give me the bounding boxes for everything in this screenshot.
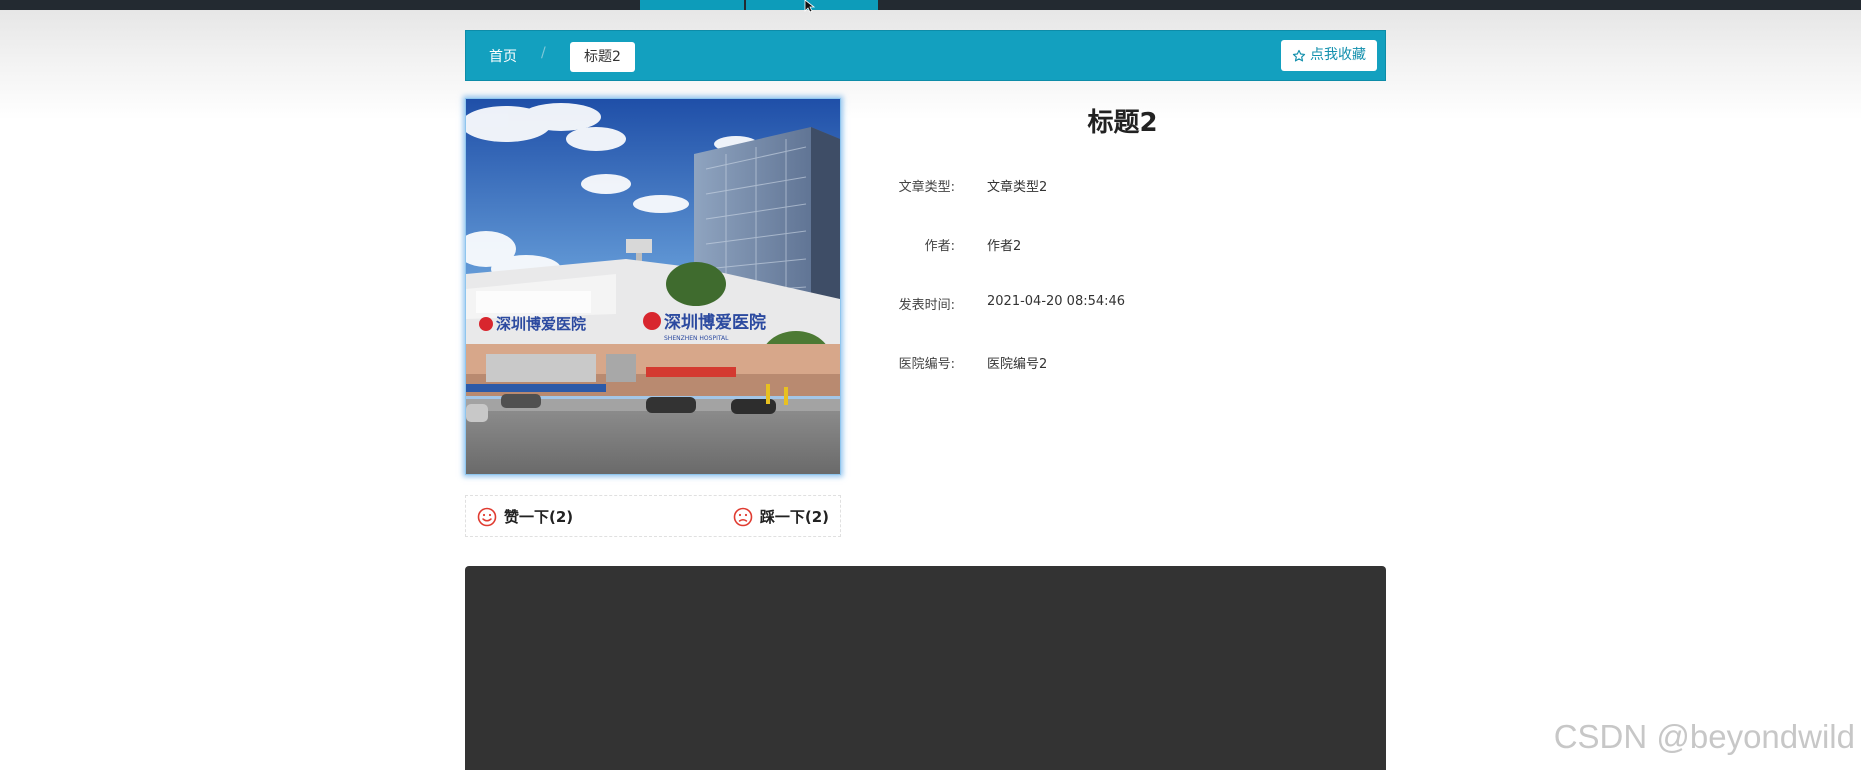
info-label-publish-time: 发表时间: bbox=[898, 298, 955, 313]
info-value-type: 文章类型2 bbox=[987, 180, 1048, 195]
info-row-type: 文章类型: 文章类型2 bbox=[880, 176, 1380, 196]
info-label-type: 文章类型: bbox=[898, 180, 955, 195]
sad-icon bbox=[733, 507, 753, 526]
article-content-panel bbox=[465, 566, 1386, 770]
smile-icon bbox=[477, 507, 497, 526]
dislike-button[interactable]: 踩一下(2) bbox=[733, 506, 829, 527]
breadcrumb: 首页 / 标题2 点我收藏 bbox=[465, 30, 1386, 81]
info-value-publish-time: 2021-04-20 08:54:46 bbox=[987, 294, 1126, 309]
info-row-publish-time: 发表时间: 2021-04-20 08:54:46 bbox=[880, 294, 1380, 314]
nav-tab-active[interactable] bbox=[640, 0, 744, 10]
favorite-button[interactable]: 点我收藏 bbox=[1281, 40, 1377, 71]
breadcrumb-home-link[interactable]: 首页 bbox=[489, 46, 517, 66]
info-label-author: 作者: bbox=[924, 239, 955, 254]
info-row-author: 作者: 作者2 bbox=[880, 235, 1380, 255]
breadcrumb-current: 标题2 bbox=[570, 42, 635, 72]
like-label: 赞一下(2) bbox=[504, 508, 574, 526]
top-navbar bbox=[0, 0, 1861, 12]
article-title: 标题2 bbox=[1087, 108, 1158, 138]
like-button[interactable]: 赞一下(2) bbox=[477, 506, 573, 527]
sign-text-english: SHENZHEN HOSPITAL bbox=[664, 335, 729, 342]
sign-text-main: 深圳博爱医院 bbox=[664, 312, 766, 333]
favorite-button-label: 点我收藏 bbox=[1310, 47, 1366, 63]
info-value-hospital-id: 医院编号2 bbox=[987, 357, 1048, 372]
sign-text-left: 深圳博爱医院 bbox=[496, 315, 586, 333]
star-outline-icon bbox=[1292, 49, 1306, 61]
vote-bar: 赞一下(2) 踩一下(2) bbox=[465, 495, 841, 537]
dislike-label: 踩一下(2) bbox=[759, 508, 829, 526]
info-label-hospital-id: 医院编号: bbox=[898, 357, 955, 372]
info-value-author: 作者2 bbox=[987, 239, 1022, 254]
info-row-hospital-id: 医院编号: 医院编号2 bbox=[880, 353, 1380, 373]
mouse-cursor-icon bbox=[804, 0, 816, 12]
article-image: 深圳博爱医院 深圳博爱医院 SHENZHEN HOSPITAL bbox=[465, 98, 841, 475]
watermark: CSDN @beyondwild bbox=[1553, 718, 1855, 755]
breadcrumb-separator: / bbox=[541, 45, 546, 61]
